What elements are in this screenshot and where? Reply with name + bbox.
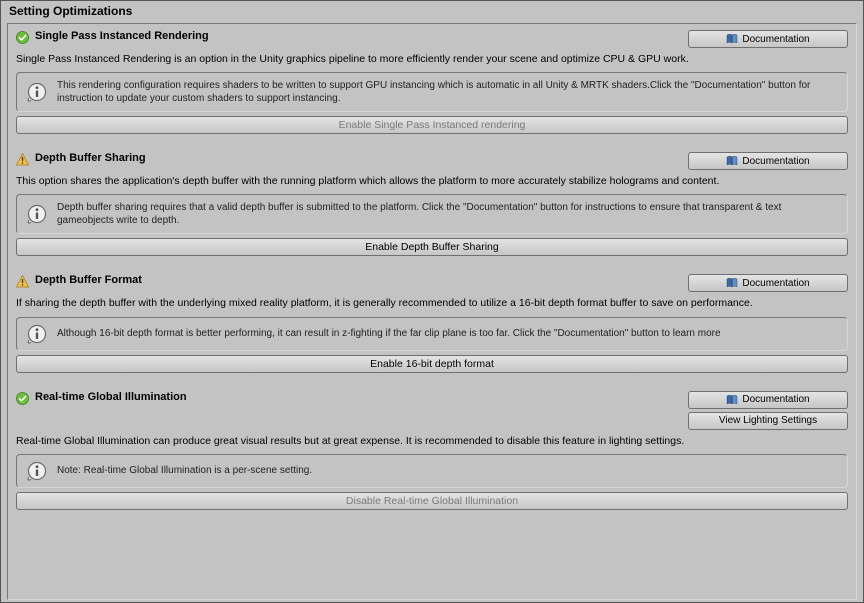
warning-icon <box>16 275 29 288</box>
info-box: Depth buffer sharing requires that a val… <box>16 194 848 234</box>
enable-depth-buffer-sharing-button[interactable]: Enable Depth Buffer Sharing <box>16 238 848 256</box>
section-depth-buffer-format: Depth Buffer Format Documentation If sha… <box>16 274 848 372</box>
panel-title: Setting Optimizations <box>1 1 863 23</box>
section-title: Single Pass Instanced Rendering <box>35 30 682 42</box>
section-header: Depth Buffer Format Documentation <box>16 274 848 292</box>
section-header: Depth Buffer Sharing Documentation <box>16 152 848 170</box>
documentation-button[interactable]: Documentation <box>688 391 848 409</box>
button-label: Documentation <box>742 394 809 405</box>
book-icon <box>726 395 738 405</box>
enable-16bit-depth-button[interactable]: Enable 16-bit depth format <box>16 355 848 373</box>
button-stack: Documentation <box>688 30 848 48</box>
section-title: Depth Buffer Format <box>35 274 682 286</box>
info-box: This rendering configuration requires sh… <box>16 72 848 112</box>
documentation-button[interactable]: Documentation <box>688 30 848 48</box>
enable-single-pass-button[interactable]: Enable Single Pass Instanced rendering <box>16 116 848 134</box>
section-header: Single Pass Instanced Rendering Document… <box>16 30 848 48</box>
section-depth-buffer-sharing: Depth Buffer Sharing Documentation This … <box>16 152 848 256</box>
info-text: Although 16-bit depth format is better p… <box>57 327 721 340</box>
button-label: Documentation <box>742 156 809 167</box>
settings-panel: Setting Optimizations Single Pass Instan… <box>0 0 864 603</box>
panel-body: Single Pass Instanced Rendering Document… <box>7 23 857 600</box>
section-description: Single Pass Instanced Rendering is an op… <box>16 52 848 66</box>
info-icon <box>27 324 47 344</box>
button-label: Documentation <box>742 34 809 45</box>
documentation-button[interactable]: Documentation <box>688 274 848 292</box>
button-stack: Documentation <box>688 274 848 292</box>
section-description: If sharing the depth buffer with the und… <box>16 296 848 310</box>
section-header: Real-time Global Illumination Documentat… <box>16 391 848 430</box>
button-label: Documentation <box>742 278 809 289</box>
book-icon <box>726 34 738 44</box>
view-lighting-settings-button[interactable]: View Lighting Settings <box>688 412 848 430</box>
section-description: This option shares the application's dep… <box>16 174 848 188</box>
info-text: Depth buffer sharing requires that a val… <box>57 201 837 227</box>
section-realtime-global-illumination: Real-time Global Illumination Documentat… <box>16 391 848 510</box>
checkmark-icon <box>16 392 29 405</box>
info-icon <box>27 82 47 102</box>
book-icon <box>726 156 738 166</box>
book-icon <box>726 278 738 288</box>
section-title: Real-time Global Illumination <box>35 391 682 403</box>
disable-realtime-gi-button[interactable]: Disable Real-time Global Illumination <box>16 492 848 510</box>
info-icon <box>27 461 47 481</box>
button-stack: Documentation <box>688 152 848 170</box>
section-title: Depth Buffer Sharing <box>35 152 682 164</box>
checkmark-icon <box>16 31 29 44</box>
button-stack: Documentation View Lighting Settings <box>688 391 848 430</box>
section-description: Real-time Global Illumination can produc… <box>16 434 848 448</box>
info-icon <box>27 204 47 224</box>
info-text: Note: Real-time Global Illumination is a… <box>57 464 312 477</box>
info-text: This rendering configuration requires sh… <box>57 79 837 105</box>
info-box: Although 16-bit depth format is better p… <box>16 317 848 351</box>
info-box: Note: Real-time Global Illumination is a… <box>16 454 848 488</box>
section-single-pass-instanced-rendering: Single Pass Instanced Rendering Document… <box>16 30 848 134</box>
warning-icon <box>16 153 29 166</box>
documentation-button[interactable]: Documentation <box>688 152 848 170</box>
